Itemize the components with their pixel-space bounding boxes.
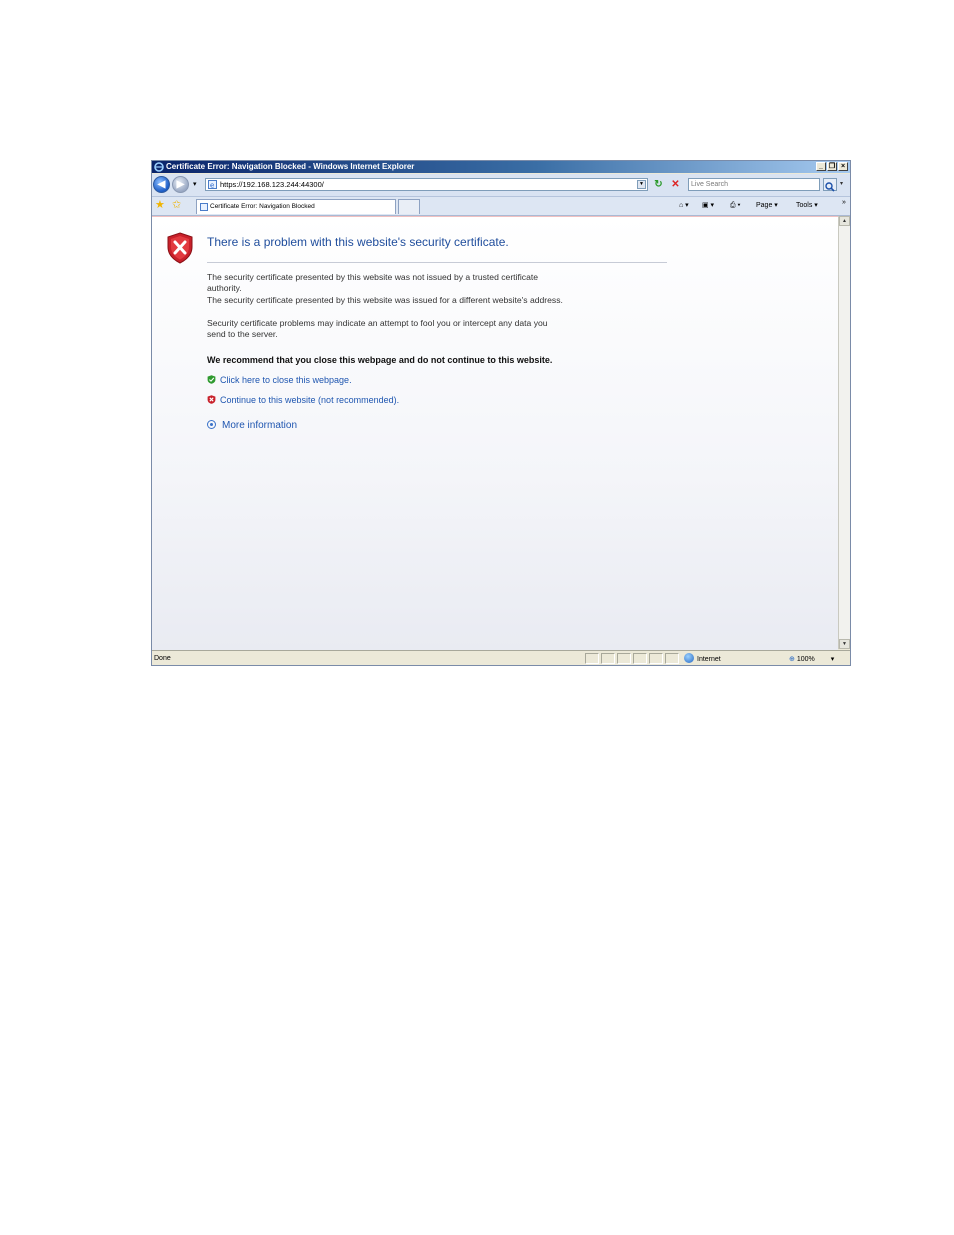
more-commands-button[interactable]: » xyxy=(842,197,846,208)
url-text: https://192.168.123.244:44300/ xyxy=(220,180,324,189)
svg-text:e: e xyxy=(210,182,214,190)
status-bar: Done Internet ⊕ 100% ▾ xyxy=(152,650,850,665)
browser-window: Certificate Error: Navigation Blocked - … xyxy=(151,160,851,666)
page-content: There is a problem with this website's s… xyxy=(152,216,838,650)
feeds-button[interactable]: ▣ ▾ xyxy=(702,200,714,211)
favorites-star-icon[interactable]: ★ xyxy=(155,200,165,211)
stop-button[interactable]: ✕ xyxy=(669,178,682,191)
status-text: Done xyxy=(154,655,171,662)
address-bar[interactable]: e https://192.168.123.244:44300/ ▼ xyxy=(205,178,648,191)
search-input[interactable]: Live Search xyxy=(688,178,820,191)
address-toolbar: ◀ ▶ ▾ e https://192.168.123.244:44300/ ▼… xyxy=(152,174,850,197)
title-bar: Certificate Error: Navigation Blocked - … xyxy=(152,161,850,173)
minimize-button[interactable]: _ xyxy=(816,162,826,171)
page-icon: e xyxy=(208,180,217,189)
refresh-button[interactable]: ↻ xyxy=(652,178,665,191)
back-arrow-icon: ◀ xyxy=(157,179,166,190)
status-pane xyxy=(649,653,663,664)
security-zone[interactable]: Internet xyxy=(684,652,721,665)
status-pane xyxy=(585,653,599,664)
new-tab-button[interactable] xyxy=(398,199,420,214)
scroll-down-icon[interactable]: ▼ xyxy=(839,639,850,649)
forward-arrow-icon: ▶ xyxy=(176,179,185,190)
status-pane xyxy=(633,653,647,664)
expand-circle-icon xyxy=(207,420,216,429)
print-button[interactable]: ⎙ ▾ xyxy=(730,200,741,211)
page-menu[interactable]: Page ▾ xyxy=(756,200,778,211)
status-pane xyxy=(665,653,679,664)
scroll-up-icon[interactable]: ▲ xyxy=(839,216,850,226)
magnifier-icon xyxy=(825,182,835,192)
maximize-button[interactable]: ❐ xyxy=(827,162,837,171)
globe-icon xyxy=(684,653,694,663)
home-button[interactable]: ⌂ ▾ xyxy=(679,200,689,211)
forward-button[interactable]: ▶ xyxy=(172,176,189,193)
tab-label: Certificate Error: Navigation Blocked xyxy=(210,203,315,210)
zoom-level[interactable]: ⊕ 100% ▾ xyxy=(789,652,834,665)
untrusted-authority-text: The security certificate presented by th… xyxy=(207,272,539,293)
back-button[interactable]: ◀ xyxy=(153,176,170,193)
green-shield-icon xyxy=(207,375,216,384)
continue-website-link[interactable]: Continue to this website (not recommende… xyxy=(207,395,399,405)
search-options-dropdown[interactable]: ▾ xyxy=(840,180,843,187)
status-pane xyxy=(601,653,615,664)
search-button[interactable] xyxy=(823,178,837,192)
vertical-scrollbar[interactable]: ▲ ▼ xyxy=(838,216,850,649)
security-shield-icon xyxy=(167,232,193,264)
add-favorites-icon[interactable]: ✩ xyxy=(172,200,181,211)
recommendation-text: We recommend that you close this webpage… xyxy=(207,355,553,365)
page-icon xyxy=(200,203,208,211)
tools-menu[interactable]: Tools ▾ xyxy=(796,200,818,211)
red-shield-icon xyxy=(207,395,216,404)
divider xyxy=(207,262,667,263)
address-dropdown-icon[interactable]: ▼ xyxy=(637,180,646,189)
security-warning-text: Security certificate problems may indica… xyxy=(207,318,548,339)
close-window-button[interactable]: × xyxy=(838,162,848,171)
page-title: There is a problem with this website's s… xyxy=(207,235,509,249)
status-pane xyxy=(617,653,631,664)
ie-logo-icon xyxy=(154,162,164,172)
close-webpage-link[interactable]: Click here to close this webpage. xyxy=(207,375,352,385)
address-mismatch-text: The security certificate presented by th… xyxy=(207,295,563,305)
window-title: Certificate Error: Navigation Blocked - … xyxy=(166,162,415,171)
zoom-icon: ⊕ xyxy=(789,656,795,663)
recent-pages-dropdown[interactable]: ▾ xyxy=(193,180,197,188)
tab-certificate-error[interactable]: Certificate Error: Navigation Blocked xyxy=(196,199,396,214)
more-information-toggle[interactable]: More information xyxy=(207,420,297,431)
tab-toolbar: ★ ✩ Certificate Error: Navigation Blocke… xyxy=(152,197,850,216)
